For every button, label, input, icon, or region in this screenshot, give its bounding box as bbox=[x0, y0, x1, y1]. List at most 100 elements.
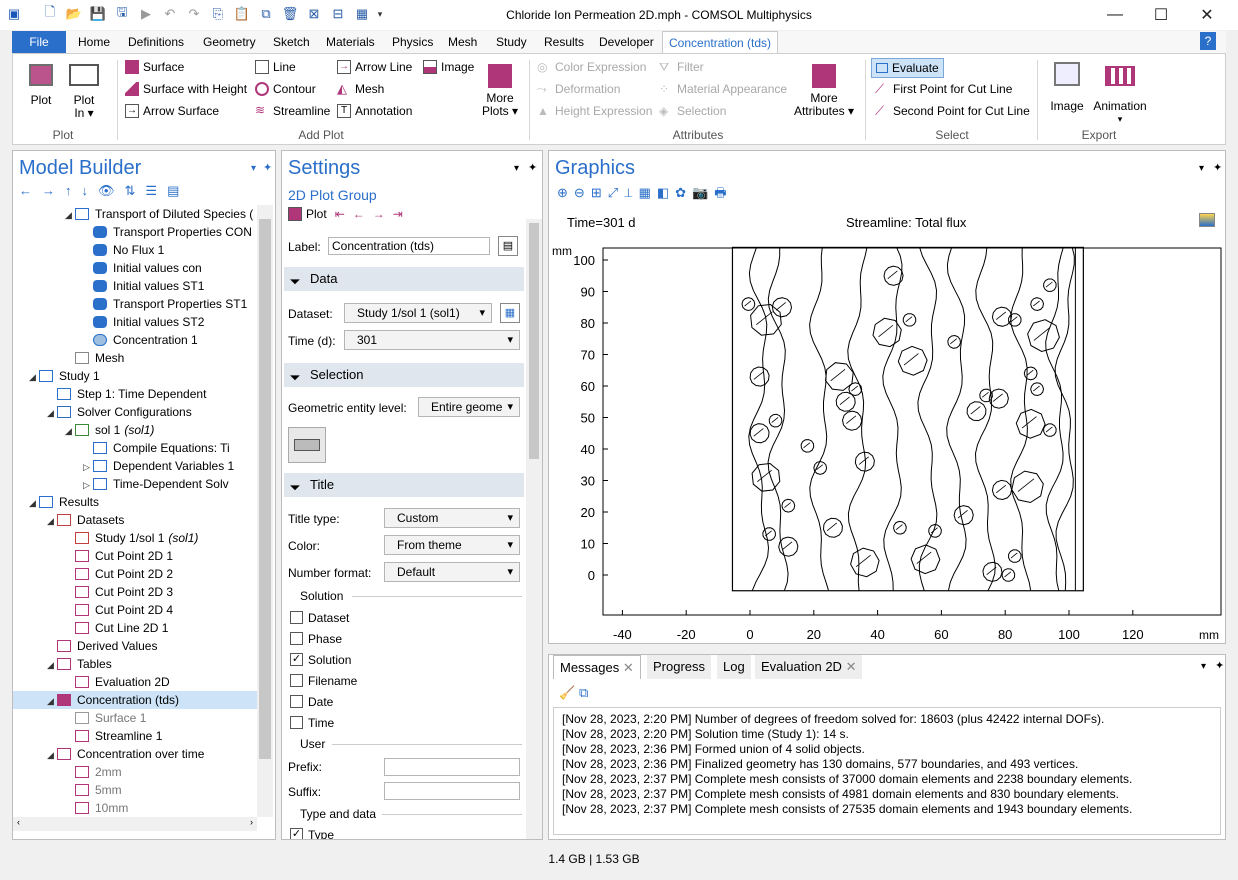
expand-toggle-icon[interactable]: ▷ bbox=[83, 476, 93, 494]
tree-item[interactable]: Cut Point 2D 2 bbox=[13, 565, 257, 583]
more-attributes-button[interactable]: More Attributes ▾ bbox=[791, 64, 857, 118]
entity-level-select[interactable]: Entire geome bbox=[418, 397, 520, 417]
title-checkbox[interactable] bbox=[290, 632, 303, 645]
tree-item[interactable]: ▷ Dependent Variables 1 bbox=[13, 457, 257, 475]
tree-item[interactable]: ◢ Study 1 bbox=[13, 367, 257, 385]
expand-toggle-icon[interactable]: ◢ bbox=[47, 404, 57, 422]
tree-item[interactable]: 2mm bbox=[13, 763, 257, 781]
height-expression-button[interactable]: ▲ Height Expression bbox=[537, 104, 652, 118]
zoom-box-icon[interactable]: ⊞ bbox=[591, 185, 608, 200]
selection-toggle-button[interactable] bbox=[288, 427, 326, 463]
expand-toggle-icon[interactable]: ▷ bbox=[83, 458, 93, 476]
collapse-icon[interactable]: ☰ bbox=[145, 183, 167, 198]
scroll-right-icon[interactable]: › bbox=[250, 817, 253, 827]
clear-messages-icon[interactable]: 🧹 bbox=[559, 685, 575, 701]
arrow-line-button[interactable]: → Arrow Line bbox=[337, 60, 412, 74]
tab-definitions[interactable]: Definitions bbox=[122, 31, 190, 53]
image-plot-button[interactable]: Image bbox=[423, 60, 474, 74]
camera-icon[interactable]: 📷 bbox=[692, 185, 714, 200]
first-point-cut-line-button[interactable]: ⟋ First Point for Cut Line bbox=[875, 82, 1012, 96]
back-icon[interactable]: ← bbox=[19, 183, 42, 198]
surface-button[interactable]: Surface bbox=[125, 60, 184, 74]
tab-sketch[interactable]: Sketch bbox=[267, 31, 316, 53]
tree-item[interactable]: 10mm bbox=[13, 799, 257, 817]
help-button[interactable]: ? bbox=[1200, 32, 1216, 50]
tree-item[interactable]: ▷ Time-Dependent Solv bbox=[13, 475, 257, 493]
expand-toggle-icon[interactable]: ◢ bbox=[65, 206, 75, 224]
view-icon[interactable]: ▤ bbox=[167, 183, 189, 198]
suffix-input[interactable] bbox=[384, 782, 520, 800]
expand-toggle-icon[interactable]: ◢ bbox=[47, 656, 57, 674]
title-checkbox[interactable]: ✓ bbox=[290, 653, 303, 666]
tree-item[interactable]: ◢ Concentration over time bbox=[13, 745, 257, 763]
tree-item[interactable]: Initial values ST2 bbox=[13, 313, 257, 331]
selection-button[interactable]: ◈ Selection bbox=[659, 104, 726, 118]
color-select[interactable]: From theme bbox=[384, 535, 520, 555]
copy-messages-icon[interactable]: ⧉ bbox=[579, 685, 588, 701]
settings-scrollbar[interactable] bbox=[526, 219, 542, 839]
arrow-surface-button[interactable]: → Arrow Surface bbox=[125, 104, 219, 118]
graphics-pin-icon[interactable]: ✦ bbox=[1213, 161, 1222, 174]
title-checkbox[interactable] bbox=[290, 674, 303, 687]
more-plots-button[interactable]: More Plots ▾ bbox=[477, 64, 523, 118]
deformation-button[interactable]: ⤳ Deformation bbox=[537, 82, 620, 96]
plot-nav-icons[interactable]: ⇤←→⇥ bbox=[335, 207, 411, 221]
axis-icon[interactable]: ⟂ bbox=[624, 185, 638, 200]
tree-item[interactable]: 5mm bbox=[13, 781, 257, 799]
type-checkbox[interactable]: ✓ bbox=[290, 828, 303, 839]
print-icon[interactable]: 🖶 bbox=[714, 185, 732, 200]
tree-scroll-thumb[interactable] bbox=[259, 219, 271, 759]
tab-results[interactable]: Results bbox=[538, 31, 590, 53]
go-up-icon[interactable]: ↑ bbox=[65, 183, 82, 198]
transparency-icon[interactable]: ✿ bbox=[675, 185, 692, 200]
prefix-input[interactable] bbox=[384, 758, 520, 776]
tree-item[interactable]: Streamline 1 bbox=[13, 727, 257, 745]
tree-item[interactable]: ◢ Tables bbox=[13, 655, 257, 673]
expand-toggle-icon[interactable]: ◢ bbox=[47, 692, 57, 710]
surface-with-height-button[interactable]: Surface with Height bbox=[125, 82, 247, 96]
title-section-header[interactable]: Title bbox=[284, 473, 524, 497]
tree-item[interactable]: Cut Point 2D 1 bbox=[13, 547, 257, 565]
tree-item[interactable]: Initial values con bbox=[13, 259, 257, 277]
forward-icon[interactable]: → bbox=[42, 183, 65, 198]
expand-toggle-icon[interactable]: ◢ bbox=[29, 494, 39, 512]
tab-developer[interactable]: Developer bbox=[593, 31, 660, 53]
settings-scroll-thumb[interactable] bbox=[529, 223, 539, 459]
settings-plot-button[interactable]: Plot bbox=[306, 207, 327, 221]
minimize-button[interactable]: — bbox=[1092, 0, 1138, 30]
time-select[interactable]: 301 bbox=[344, 330, 520, 350]
material-appearance-button[interactable]: ⁘ Material Appearance bbox=[659, 82, 787, 96]
tab-materials[interactable]: Materials bbox=[320, 31, 381, 53]
tree-item[interactable]: No Flux 1 bbox=[13, 241, 257, 259]
color-expression-button[interactable]: ◎ Color Expression bbox=[537, 60, 646, 74]
tree-vertical-scrollbar[interactable] bbox=[257, 205, 273, 817]
tab-messages[interactable]: Messages ✕ bbox=[553, 655, 641, 679]
settings-pin-icon[interactable]: ✦ bbox=[528, 161, 537, 174]
zoom-in-icon[interactable]: ⊕ bbox=[557, 185, 574, 200]
tab-geometry[interactable]: Geometry bbox=[197, 31, 262, 53]
pin-icon[interactable]: ✦ bbox=[263, 161, 272, 174]
graphics-menu-icon[interactable]: ▾ bbox=[1199, 163, 1204, 174]
maximize-button[interactable]: ☐ bbox=[1138, 0, 1184, 30]
title-checkbox[interactable] bbox=[290, 695, 303, 708]
streamline-button[interactable]: ≋ Streamline bbox=[255, 104, 330, 118]
tree-item[interactable]: Transport Properties ST1 bbox=[13, 295, 257, 313]
tab-mesh[interactable]: Mesh bbox=[442, 31, 483, 53]
evaluate-button[interactable]: Evaluate bbox=[871, 58, 944, 78]
plot-in-button[interactable]: Plot In ▾ bbox=[63, 64, 105, 120]
tree-item[interactable]: ◢ Datasets bbox=[13, 511, 257, 529]
tree-item[interactable]: Cut Point 2D 3 bbox=[13, 583, 257, 601]
tab-concentration[interactable]: Concentration (tds) bbox=[662, 31, 779, 53]
show-icon[interactable]: 👁 bbox=[98, 183, 125, 198]
close-tab-icon[interactable]: ✕ bbox=[846, 659, 857, 674]
tree-item[interactable]: ◢ Concentration (tds) bbox=[13, 691, 257, 709]
tree-item[interactable]: Compile Equations: Ti bbox=[13, 439, 257, 457]
tab-progress[interactable]: Progress bbox=[647, 655, 712, 679]
tree-item[interactable]: Concentration 1 bbox=[13, 331, 257, 349]
title-checkbox[interactable] bbox=[290, 716, 303, 729]
tree-item[interactable]: Initial values ST1 bbox=[13, 277, 257, 295]
annotation-button[interactable]: T Annotation bbox=[337, 104, 412, 118]
tab-home[interactable]: Home bbox=[72, 31, 116, 53]
tab-physics[interactable]: Physics bbox=[386, 31, 439, 53]
messages-pin-icon[interactable]: ✦ bbox=[1215, 659, 1224, 672]
